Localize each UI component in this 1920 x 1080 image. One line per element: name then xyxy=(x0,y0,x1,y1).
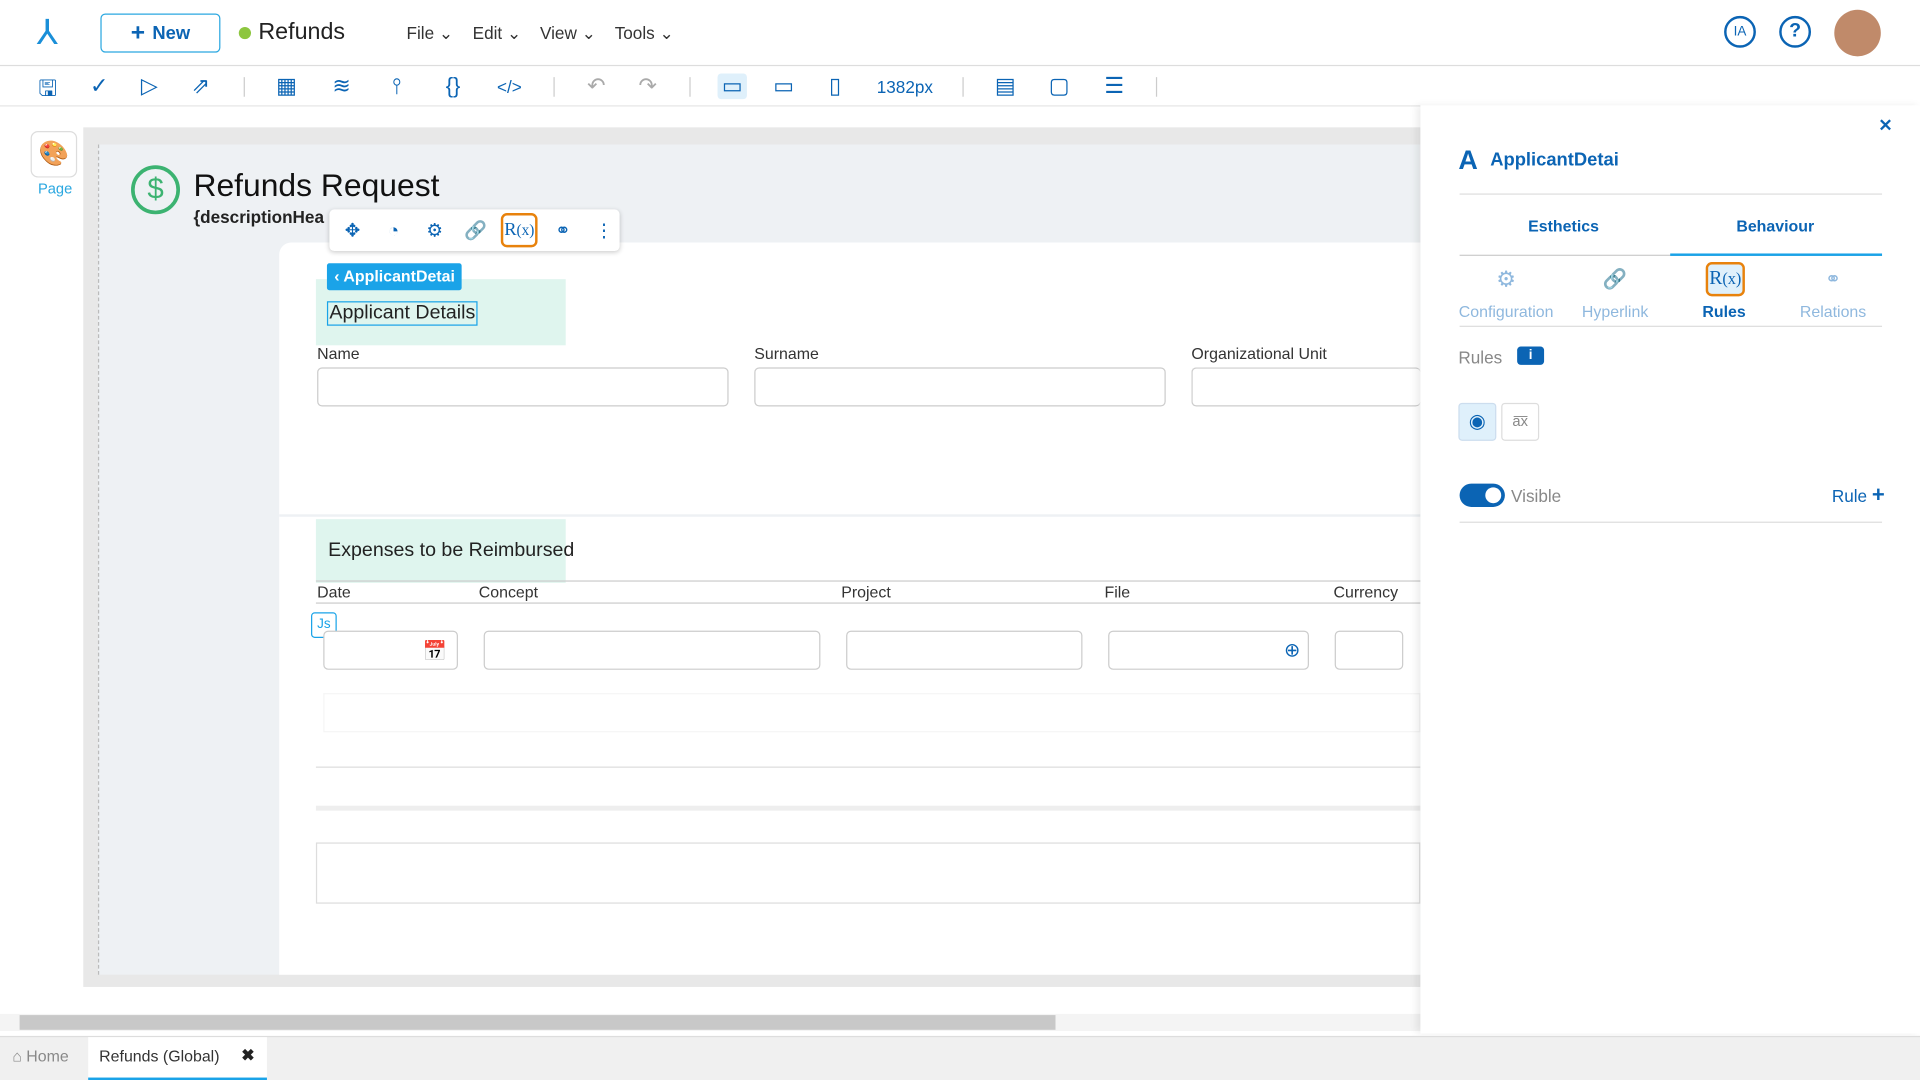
col-currency: Currency xyxy=(1333,582,1399,602)
app-title: Refunds xyxy=(258,19,346,46)
eye-icon[interactable]: ◉ xyxy=(1458,402,1497,441)
visible-toggle[interactable] xyxy=(1459,483,1505,507)
relations-icon[interactable]: ⚭ xyxy=(1778,267,1888,291)
menu-view[interactable]: View ⌄ xyxy=(540,23,596,44)
hyperlink-icon[interactable]: 🔗 xyxy=(1560,267,1670,291)
text-element-icon: A xyxy=(1458,144,1478,176)
org-unit-field[interactable] xyxy=(1191,367,1421,407)
page-label[interactable]: Page xyxy=(38,180,72,197)
braces-icon[interactable]: {} xyxy=(438,73,467,99)
status-dot xyxy=(238,26,252,40)
top-bar: ⅄ + New Refunds File ⌄ Edit ⌄ View ⌄ Tool… xyxy=(0,0,1920,67)
upload-icon[interactable]: ⊕ xyxy=(1284,638,1300,662)
components-icon[interactable]: ▦ xyxy=(272,73,301,99)
more-icon[interactable]: ⋮ xyxy=(588,219,619,241)
layout-icon[interactable]: ▤ xyxy=(991,73,1020,99)
col-concept: Concept xyxy=(478,582,539,602)
section-title-applicant[interactable]: Applicant Details xyxy=(326,301,478,326)
align-icon[interactable]: ☰ xyxy=(1100,73,1129,99)
element-toolbar: ✥ ◔ ⚙ 🔗 R(x) ⚭ ⋮ xyxy=(329,209,620,252)
rules-label: Rules xyxy=(1458,347,1503,368)
col-project: Project xyxy=(841,582,891,602)
tab-esthetics[interactable]: Esthetics xyxy=(1528,217,1599,235)
subtab-rules[interactable]: Rules xyxy=(1669,302,1779,320)
concept-field[interactable] xyxy=(483,630,821,670)
properties-panel: ✕ A ApplicantDetai Esthetics Behaviour ⚙… xyxy=(1420,105,1920,1034)
undo-icon[interactable]: ↶ xyxy=(582,73,611,99)
configuration-icon[interactable]: ⚙ xyxy=(1451,267,1561,293)
placeholder-row xyxy=(323,693,1421,733)
breadcrumb[interactable]: ‹ ApplicantDetai xyxy=(326,263,463,291)
close-tab-icon[interactable]: ✖ xyxy=(241,1046,254,1066)
section-title-expenses: Expenses to be Reimbursed xyxy=(328,540,575,561)
palette-icon[interactable]: ◔ xyxy=(378,220,409,241)
mobile-view-icon[interactable]: ▯ xyxy=(820,73,849,99)
panel-title: ApplicantDetai xyxy=(1490,149,1619,171)
layers-icon[interactable]: ≋ xyxy=(327,73,356,99)
export-icon[interactable]: ⇗ xyxy=(186,73,215,99)
code-icon[interactable]: </> xyxy=(495,77,524,97)
move-icon[interactable]: ✥ xyxy=(337,219,368,241)
date-field[interactable]: 📅 xyxy=(323,630,458,670)
add-rule-button[interactable]: Rule + xyxy=(1832,482,1885,508)
settings-icon[interactable]: ⚙ xyxy=(419,219,450,241)
rules-icon[interactable]: R(x) xyxy=(1705,262,1745,297)
calendar-icon[interactable]: 📅 xyxy=(423,639,447,663)
help-icon[interactable]: ? xyxy=(1779,15,1812,48)
page-title: Refunds Request xyxy=(193,166,440,204)
dollar-icon: $ xyxy=(131,165,181,215)
width-readout: 1382px xyxy=(876,77,933,97)
avatar[interactable] xyxy=(1834,9,1881,57)
name-field[interactable] xyxy=(317,367,729,407)
subtab-hyperlink[interactable]: Hyperlink xyxy=(1560,302,1670,320)
logo-icon: ⅄ xyxy=(36,13,58,52)
footer-grid xyxy=(315,842,1421,904)
desktop-view-icon[interactable]: ▭ xyxy=(717,73,747,100)
bottom-tabbar: ⌂ Home Refunds (Global) ✖ xyxy=(0,1035,1920,1080)
file-field[interactable]: ⊕ xyxy=(1108,630,1309,670)
surname-field[interactable] xyxy=(754,367,1166,407)
close-icon[interactable]: ✕ xyxy=(1878,115,1892,136)
page-subtitle: {descriptionHea xyxy=(193,206,324,227)
relations-icon[interactable]: ⚭ xyxy=(547,219,578,241)
menu-tools[interactable]: Tools ⌄ xyxy=(615,23,674,44)
flow-icon[interactable]: ⫯ xyxy=(382,73,411,99)
col-date: Date xyxy=(317,582,351,602)
clear-format-icon[interactable]: a͞x xyxy=(1501,402,1540,441)
refunds-tab[interactable]: Refunds (Global) ✖ xyxy=(88,1037,267,1080)
subtab-configuration[interactable]: Configuration xyxy=(1451,302,1561,320)
horizontal-scrollbar[interactable] xyxy=(0,1013,1421,1032)
plus-icon: + xyxy=(130,18,146,46)
name-label: Name xyxy=(317,344,360,363)
subtab-relations[interactable]: Relations xyxy=(1778,302,1888,320)
check-icon[interactable]: ✓ xyxy=(84,73,113,99)
play-icon[interactable]: ▷ xyxy=(135,73,164,99)
menu-file[interactable]: File ⌄ xyxy=(407,23,454,44)
menu-edit[interactable]: Edit ⌄ xyxy=(473,23,522,44)
palette-icon[interactable]: 🎨 xyxy=(30,131,78,178)
ia-button[interactable]: IA xyxy=(1724,15,1756,48)
home-tab[interactable]: ⌂ Home xyxy=(12,1047,69,1065)
new-button[interactable]: + New xyxy=(100,13,221,53)
rules-icon[interactable]: R(x) xyxy=(501,213,538,248)
org-unit-label: Organizational Unit xyxy=(1191,344,1327,363)
col-file: File xyxy=(1104,582,1131,602)
project-field[interactable] xyxy=(846,630,1083,670)
currency-field[interactable] xyxy=(1334,630,1404,670)
visible-label: Visible xyxy=(1511,486,1562,506)
surname-label: Surname xyxy=(754,344,819,363)
window-icon[interactable]: ▢ xyxy=(1044,73,1073,99)
tablet-view-icon[interactable]: ▭ xyxy=(769,73,798,99)
link-icon[interactable]: 🔗 xyxy=(460,219,491,241)
redo-icon[interactable]: ↷ xyxy=(633,73,662,99)
tab-behaviour[interactable]: Behaviour xyxy=(1736,217,1814,235)
info-icon[interactable]: i xyxy=(1517,346,1545,365)
